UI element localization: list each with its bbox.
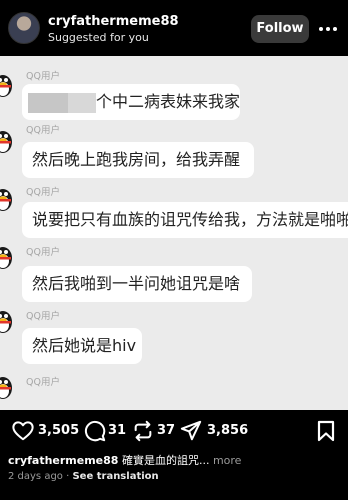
blurred-text — [28, 92, 68, 113]
username[interactable]: cryfathermeme88 — [48, 14, 179, 29]
see-translation-link[interactable]: See translation — [72, 471, 158, 482]
sender-name: QQ用户 — [26, 247, 60, 258]
message-text: 然后晚上跑我房间，给我弄醒 — [32, 150, 241, 169]
message-bubble: 然后晚上跑我房间，给我弄醒 — [22, 142, 254, 178]
comment-count[interactable]: 31 — [108, 423, 126, 438]
share-icon[interactable] — [180, 420, 202, 442]
avatar[interactable] — [8, 12, 40, 44]
repost-count[interactable]: 37 — [157, 423, 175, 438]
qq-penguin-icon — [0, 131, 12, 153]
like-count[interactable]: 3,505 — [38, 423, 79, 438]
sender-name: QQ用户 — [26, 311, 60, 322]
message-bubble: 说要把只有血族的诅咒传给我，方法就是啪啪 — [22, 202, 348, 238]
message-bubble: 个中二病表妹来我家玩 — [22, 84, 240, 120]
suggested-label: Suggested for you — [48, 31, 149, 44]
more-icon[interactable] — [317, 18, 339, 40]
qq-penguin-icon — [0, 189, 12, 211]
share-count[interactable]: 3,856 — [207, 423, 248, 438]
message-text: 个中二病表妹来我家玩 — [96, 92, 240, 111]
sender-name: QQ用户 — [26, 187, 60, 198]
sender-name: QQ用户 — [26, 71, 60, 82]
comment-icon[interactable] — [84, 420, 106, 442]
more-link[interactable]: more — [213, 454, 242, 467]
caption-username[interactable]: cryfathermeme88 — [8, 454, 118, 467]
message-text: 说要把只有血族的诅咒传给我，方法就是啪啪 — [32, 210, 348, 229]
qq-penguin-icon — [0, 75, 12, 97]
post-meta: 2 days ago · See translation — [8, 471, 159, 482]
meta-separator: · — [66, 471, 70, 482]
message-bubble: 然后我啪到一半问她诅咒是啥 — [22, 266, 252, 302]
message-bubble: 然后她说是hiv — [22, 328, 142, 364]
blurred-text — [68, 92, 96, 113]
bookmark-icon[interactable] — [317, 420, 335, 442]
sender-name: QQ用户 — [26, 125, 60, 136]
action-bar: 3,505 31 37 3,856 — [0, 410, 348, 452]
post-image[interactable]: QQ用户 个中二病表妹来我家玩 QQ用户 然后晚上跑我房间，给我弄醒 QQ用户 … — [0, 56, 348, 410]
repost-icon[interactable] — [132, 420, 154, 442]
qq-penguin-icon — [0, 311, 12, 333]
caption: cryfathermeme88 確實是血的詛咒... more — [8, 452, 340, 468]
qq-penguin-icon — [0, 247, 12, 269]
message-text: 然后我啪到一半问她诅咒是啥 — [32, 274, 241, 293]
message-text: 然后她说是hiv — [32, 336, 137, 355]
follow-button[interactable]: Follow — [251, 15, 309, 43]
sender-name: QQ用户 — [26, 377, 60, 388]
post-header: cryfathermeme88 Suggested for you Follow — [0, 0, 348, 56]
qq-penguin-icon — [0, 377, 12, 399]
heart-icon[interactable] — [12, 420, 34, 442]
caption-text: 確實是血的詛咒... — [121, 454, 210, 467]
post-time: 2 days ago — [8, 471, 63, 482]
